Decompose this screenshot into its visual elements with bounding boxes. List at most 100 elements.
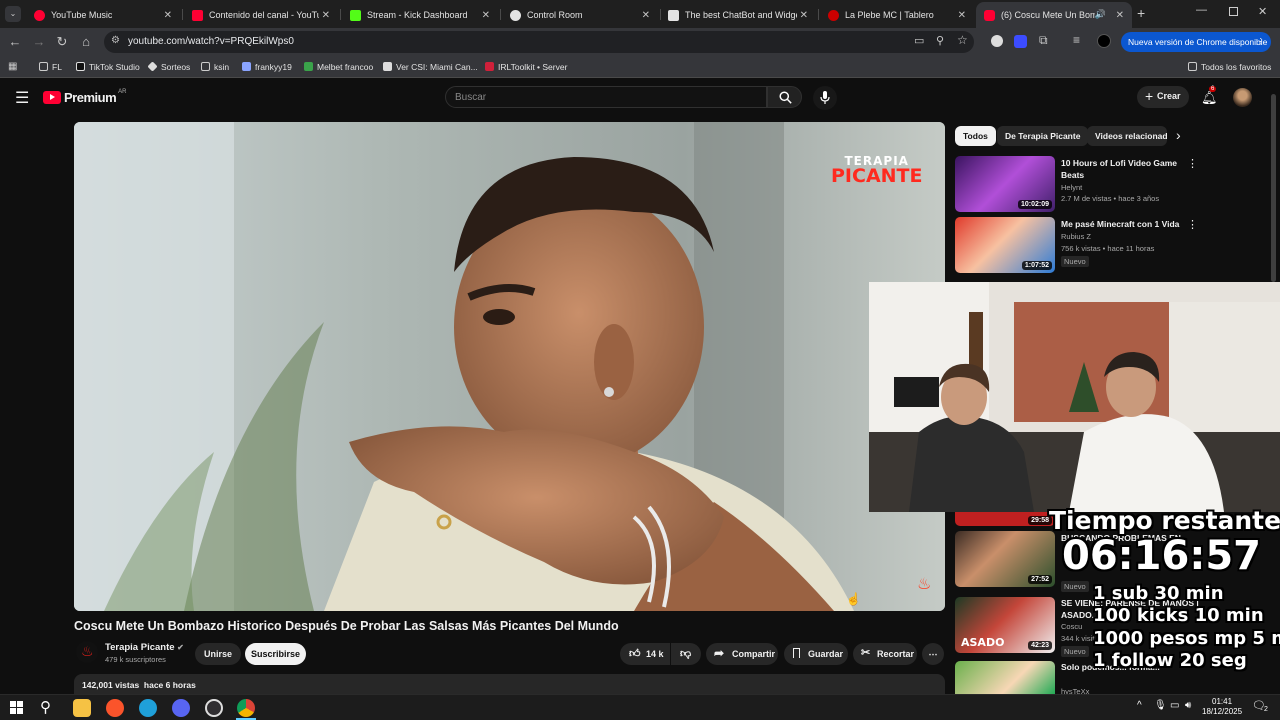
chrome-icon[interactable] bbox=[237, 699, 255, 717]
description-box[interactable]: 142,001 vistas hace 6 horas bbox=[74, 674, 945, 694]
voice-search-button[interactable] bbox=[813, 86, 837, 110]
close-window-button[interactable]: ✕ bbox=[1258, 5, 1267, 18]
tab-chatbot[interactable]: The best ChatBot and Widgets ✕ bbox=[660, 2, 816, 28]
speaker-icon[interactable]: 🔊 bbox=[1095, 9, 1106, 20]
bookmark-tiktok[interactable]: TikTok Studio bbox=[76, 62, 140, 72]
apps-grid-icon[interactable]: ▦ bbox=[8, 61, 17, 72]
rec-title[interactable]: Me pasé Minecraft con 1 Vida bbox=[1061, 218, 1191, 230]
zoom-icon[interactable]: ⚲ bbox=[936, 34, 944, 47]
close-tab-icon[interactable]: ✕ bbox=[958, 10, 966, 21]
bookmark-ksin[interactable]: ksin bbox=[201, 62, 229, 72]
bookmark-melbet[interactable]: Melbet francoo bbox=[304, 62, 373, 72]
rec-channel[interactable]: Helynt bbox=[1061, 183, 1082, 192]
home-icon[interactable]: ⌂ bbox=[77, 33, 95, 51]
rec-thumbnail[interactable]: 29:58 bbox=[955, 512, 1055, 526]
close-tab-icon[interactable]: ✕ bbox=[1116, 10, 1124, 21]
rec-thumbnail[interactable]: ASADO 42:23 bbox=[955, 597, 1055, 653]
youtube-logo[interactable]: Premium AR bbox=[43, 89, 126, 105]
obs-icon[interactable] bbox=[205, 699, 223, 717]
bookmark-fl[interactable]: FL bbox=[39, 62, 62, 72]
tab-control-room[interactable]: Control Room ✕ bbox=[502, 2, 658, 28]
bookmark-irltoolkit[interactable]: IRLToolkit • Server bbox=[485, 62, 567, 72]
create-button[interactable]: + Crear bbox=[1137, 86, 1189, 108]
page-scrollbar[interactable] bbox=[1271, 94, 1276, 282]
close-tab-icon[interactable]: ✕ bbox=[642, 10, 650, 21]
profile-avatar[interactable] bbox=[1097, 34, 1111, 48]
chip-from-channel[interactable]: De Terapia Picante bbox=[997, 126, 1089, 146]
tab-channel-content[interactable]: Contenido del canal - YouTube ✕ bbox=[184, 2, 338, 28]
bookmark-csi[interactable]: Ver CSI: Miami Can... bbox=[383, 62, 478, 72]
rec-thumbnail[interactable]: 10:02:09 bbox=[955, 156, 1055, 212]
rec-thumbnail[interactable]: 27:52 bbox=[955, 531, 1055, 587]
restore-button[interactable] bbox=[1229, 7, 1238, 16]
extension-icon-2[interactable] bbox=[1014, 35, 1027, 48]
tab-youtube-music[interactable]: YouTube Music ✕ bbox=[26, 2, 180, 28]
omnibox[interactable]: ⚙ youtube.com/watch?v=PRQEkilWps0 ▭ ⚲ ☆ bbox=[104, 31, 974, 53]
discord-icon[interactable] bbox=[172, 699, 190, 717]
forward-icon[interactable]: → bbox=[30, 33, 48, 51]
clip-button[interactable]: ✂ Recortar bbox=[853, 643, 917, 665]
tab-kick-dashboard[interactable]: Stream - Kick Dashboard ✕ bbox=[342, 2, 498, 28]
site-info-icon[interactable]: ⚙ bbox=[111, 35, 120, 46]
tab-search-icon[interactable]: ⌄ bbox=[5, 6, 21, 22]
windows-start-icon[interactable] bbox=[10, 701, 23, 714]
hamburger-menu-icon[interactable]: ☰ bbox=[15, 88, 29, 108]
rec-thumbnail[interactable]: 1:07:52 bbox=[955, 217, 1055, 273]
chevron-up-icon[interactable]: ^ bbox=[1137, 700, 1142, 711]
more-vert-icon[interactable]: ⋮ bbox=[1257, 36, 1266, 47]
clock[interactable]: 01:41 18/12/2025 bbox=[1202, 697, 1242, 717]
tab-youtube-video[interactable]: (6) Coscu Mete Un Bombazo 🔊 ✕ bbox=[976, 2, 1132, 28]
bookmark-sorteos[interactable]: Sorteos bbox=[147, 61, 190, 72]
chevron-right-icon[interactable]: › bbox=[1176, 127, 1181, 143]
bookmark-frankyy19[interactable]: frankyy19 bbox=[242, 62, 292, 72]
all-bookmarks[interactable]: Todos los favoritos bbox=[1188, 62, 1271, 72]
account-avatar[interactable] bbox=[1233, 88, 1252, 107]
tab-la-plebe[interactable]: La Plebe MC | Tablero ✕ bbox=[820, 2, 974, 28]
rec-title[interactable]: 10 Hours of Lofi Video Game Beats bbox=[1061, 157, 1181, 181]
chrome-update-chip[interactable]: Nueva versión de Chrome disponible ⋮ bbox=[1121, 32, 1271, 52]
search-button[interactable] bbox=[767, 86, 802, 108]
join-button[interactable]: Unirse bbox=[195, 643, 241, 665]
rec-channel[interactable]: Coscu bbox=[1061, 622, 1082, 631]
rec-channel[interactable]: Rubius Z bbox=[1061, 232, 1091, 241]
network-icon[interactable]: ▭ bbox=[1170, 700, 1179, 711]
mic-tray-icon[interactable]: 🎙︎ bbox=[1154, 700, 1167, 711]
video-player[interactable]: TERAPIA PICANTE ♨ ☝ bbox=[74, 122, 945, 611]
more-vert-icon[interactable]: ⋮ bbox=[1187, 157, 1198, 170]
chip-related[interactable]: Videos relacionad bbox=[1087, 126, 1167, 146]
chip-all[interactable]: Todos bbox=[955, 126, 996, 146]
folder-icon bbox=[1188, 62, 1197, 71]
close-tab-icon[interactable]: ✕ bbox=[164, 10, 172, 21]
extension-icon-1[interactable] bbox=[991, 35, 1003, 47]
url-text[interactable]: youtube.com/watch?v=PRQEkilWps0 bbox=[128, 36, 294, 47]
more-actions-button[interactable]: ⋯ bbox=[922, 643, 944, 665]
search-input[interactable]: Buscar bbox=[445, 86, 767, 108]
save-button[interactable]: Guardar bbox=[784, 643, 848, 665]
reload-icon[interactable]: ↻ bbox=[53, 33, 71, 51]
new-tab-button[interactable]: + bbox=[1137, 5, 1145, 21]
more-vert-icon[interactable]: ⋮ bbox=[1187, 218, 1198, 231]
back-icon[interactable]: ← bbox=[6, 33, 24, 51]
bookmark-star-icon[interactable]: ☆ bbox=[957, 33, 968, 47]
search-icon[interactable]: ⚲ bbox=[40, 698, 51, 716]
minimize-button[interactable]: — bbox=[1196, 4, 1207, 16]
brave-icon[interactable] bbox=[106, 699, 124, 717]
close-tab-icon[interactable]: ✕ bbox=[800, 10, 808, 21]
close-tab-icon[interactable]: ✕ bbox=[322, 10, 330, 21]
notifications-button[interactable]: 🔔︎ 6 bbox=[1201, 86, 1218, 107]
extensions-puzzle-icon[interactable]: ⧉ bbox=[1039, 33, 1048, 48]
like-button[interactable]: 👍︎ 14 k bbox=[620, 643, 670, 665]
dislike-button[interactable]: 👎︎ bbox=[671, 643, 701, 665]
cast-icon[interactable]: ▭ bbox=[914, 34, 924, 47]
subscribe-button[interactable]: Suscribirse bbox=[245, 643, 306, 665]
channel-name[interactable]: Terapia Picante ✔ bbox=[105, 642, 184, 653]
close-tab-icon[interactable]: ✕ bbox=[482, 10, 490, 21]
volume-icon[interactable]: 🔊︎ bbox=[1185, 700, 1191, 711]
edge-icon[interactable] bbox=[139, 699, 157, 717]
file-explorer-icon[interactable] bbox=[73, 699, 91, 717]
media-control-icon[interactable]: ≡ bbox=[1073, 33, 1080, 47]
timer-label: Tiempo restante: bbox=[1049, 506, 1280, 535]
rec-thumbnail[interactable] bbox=[955, 661, 1055, 694]
share-button[interactable]: ➦ Compartir bbox=[706, 643, 778, 665]
channel-avatar[interactable]: ♨ bbox=[76, 641, 98, 663]
